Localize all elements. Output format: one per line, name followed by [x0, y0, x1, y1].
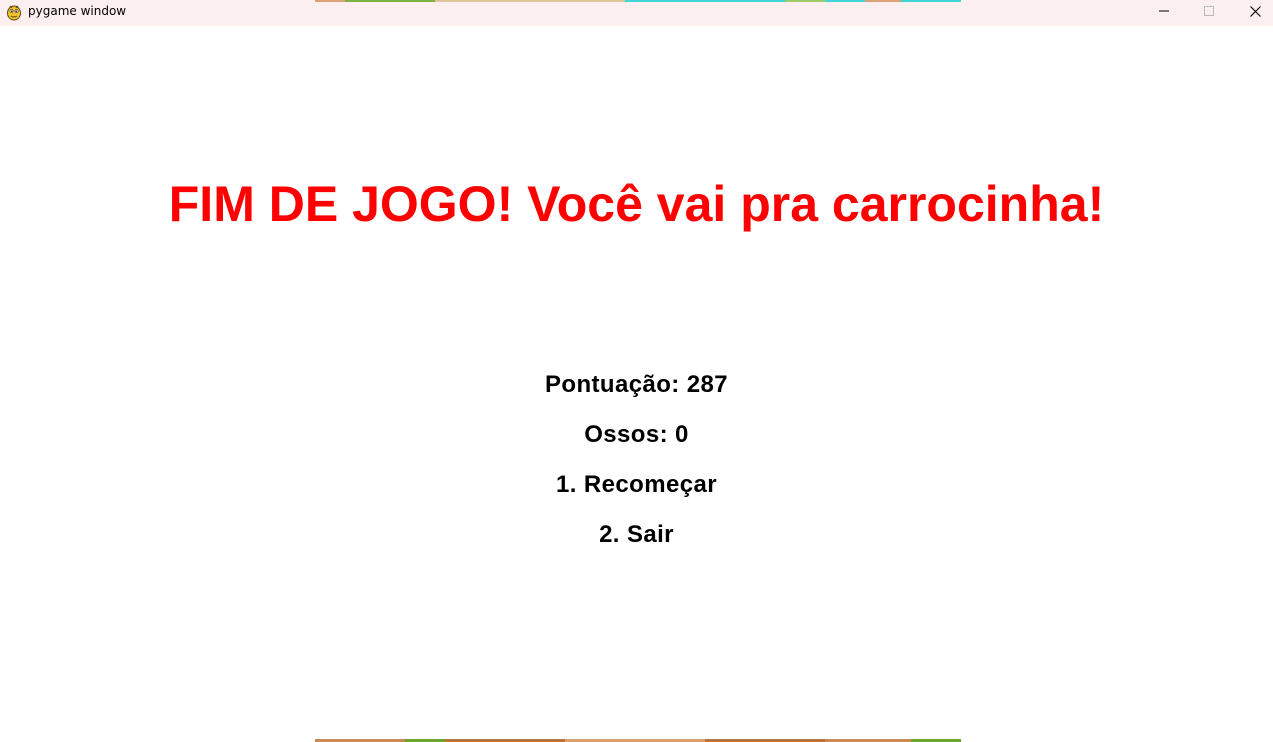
minimize-button[interactable] — [1141, 0, 1187, 22]
game-over-headline: FIM DE JOGO! Você vai pra carrocinha! — [168, 176, 1105, 232]
score-text: Pontuação: 287 — [545, 371, 728, 398]
close-icon — [1249, 5, 1261, 17]
maximize-icon — [1204, 6, 1214, 16]
game-screen[interactable]: FIM DE JOGO! Você vai pra carrocinha! Po… — [0, 0, 1273, 742]
restart-option[interactable]: 1. Recomeçar — [0, 471, 1273, 499]
bones-count-text: Ossos: 0 — [584, 421, 689, 448]
exit-option[interactable]: 2. Sair — [0, 521, 1273, 549]
pygame-window: pygame window FIM DE JOGO! Você vai pra … — [0, 0, 1273, 742]
window-title: pygame window — [28, 4, 127, 18]
maximize-button[interactable] — [1186, 0, 1232, 22]
pygame-snake-icon — [6, 3, 22, 21]
top-edge-strip — [315, 0, 961, 2]
close-button[interactable] — [1232, 0, 1273, 22]
title-bar[interactable]: pygame window — [0, 0, 1273, 26]
minimize-icon — [1159, 6, 1169, 16]
